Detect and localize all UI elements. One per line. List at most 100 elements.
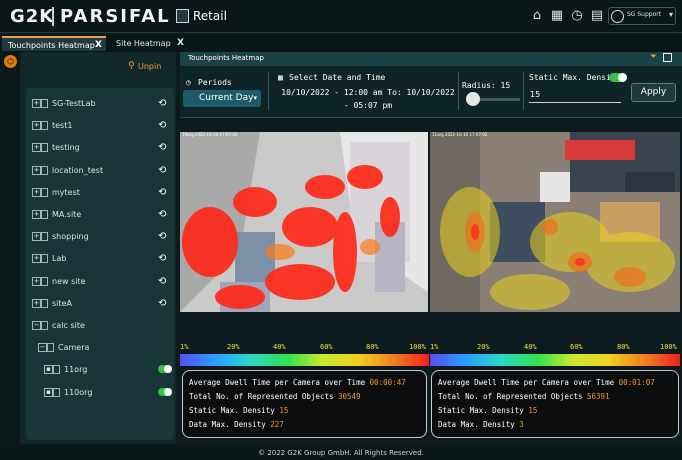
- tree-item[interactable]: − Camera: [26, 339, 174, 357]
- stat-label: Total No. of Represented Objects: [189, 392, 334, 401]
- stat-label: Average Dwell Time per Camera over Time: [189, 378, 366, 387]
- collapse-minus-icon[interactable]: −: [38, 343, 47, 353]
- expand-plus-icon[interactable]: +: [32, 210, 41, 219]
- tree-item[interactable]: − calc site: [26, 317, 174, 335]
- document-icon[interactable]: ▤: [590, 8, 604, 24]
- tree-item[interactable]: + location_test ⟲: [26, 162, 174, 180]
- tree-item[interactable]: + testing ⟲: [26, 139, 174, 157]
- expand-plus-icon[interactable]: +: [32, 121, 41, 131]
- divider: [268, 72, 269, 110]
- stat-row: Average Dwell Time per Camera over Time …: [438, 378, 655, 387]
- scale-tick-label: 40%: [524, 343, 537, 351]
- calendar-icon: ▦: [278, 73, 283, 82]
- tree-item-label: testing: [52, 143, 80, 153]
- camera-icon[interactable]: ▪: [44, 365, 53, 375]
- tree-item[interactable]: + MA.site ⟲: [26, 206, 174, 224]
- density-label: Static Max. Density: [529, 73, 621, 82]
- tree-item[interactable]: + SG-TestLab ⟲: [26, 95, 174, 113]
- expand-icon[interactable]: [663, 53, 672, 62]
- sync-icon[interactable]: ⟲: [158, 206, 166, 224]
- tree-item[interactable]: + shopping ⟲: [26, 228, 174, 246]
- scale-tick-label: 60%: [570, 343, 583, 351]
- tree-item-label: Camera: [58, 343, 90, 353]
- sync-icon[interactable]: ⟲: [158, 162, 166, 180]
- building-icon: [41, 143, 48, 153]
- tree-item[interactable]: + new site ⟲: [26, 273, 174, 291]
- expand-plus-icon[interactable]: +: [32, 298, 41, 308]
- building-icon: [41, 121, 48, 131]
- stat-row: Static Max. Density 15: [189, 406, 288, 415]
- building-icon: [41, 298, 48, 308]
- sync-icon[interactable]: ⟲: [158, 95, 166, 113]
- expand-plus-icon[interactable]: +: [32, 99, 41, 108]
- tab-label: Site Heatmap: [116, 39, 171, 48]
- apply-button[interactable]: Apply: [631, 83, 676, 102]
- density-toggle[interactable]: [609, 73, 627, 82]
- period-dropdown[interactable]: Current Day ▾: [183, 90, 261, 107]
- stat-row: Static Max. Density 15: [438, 406, 537, 415]
- sync-icon[interactable]: ⟲: [158, 295, 166, 313]
- camera-icon[interactable]: ▪: [44, 387, 53, 397]
- camera-toggle[interactable]: [158, 387, 172, 396]
- collapse-minus-icon[interactable]: −: [32, 321, 41, 330]
- tree-item-label: Lab: [52, 254, 67, 264]
- building-icon: [41, 232, 48, 242]
- stat-label: Static Max. Density: [438, 406, 524, 415]
- tree-item[interactable]: ▪ 11org: [26, 361, 174, 379]
- tree-item[interactable]: + mytest ⟲: [26, 184, 174, 202]
- user-menu[interactable]: SG Support ▾: [608, 7, 676, 25]
- sync-icon[interactable]: ⟲: [158, 250, 166, 268]
- sync-icon[interactable]: ⟲: [158, 139, 166, 157]
- home-icon[interactable]: ⌂: [530, 8, 544, 24]
- store-heatmap-image: [430, 132, 680, 312]
- pin-icon[interactable]: ⚲: [128, 61, 135, 71]
- footer-copyright: © 2022 G2K Group GmbH. All Rights Reserv…: [0, 446, 682, 460]
- date-range-field[interactable]: 10/10/2022 - 12:00 am To: 10/10/2022 - 0…: [279, 86, 457, 112]
- user-name: SG Support: [627, 11, 662, 18]
- expand-plus-icon[interactable]: +: [32, 143, 41, 153]
- sync-icon[interactable]: ⟲: [158, 273, 166, 291]
- expand-plus-icon[interactable]: +: [32, 165, 41, 175]
- close-icon[interactable]: X: [95, 38, 102, 53]
- building-icon: [47, 343, 54, 353]
- expand-plus-icon[interactable]: +: [32, 254, 41, 264]
- expand-plus-icon[interactable]: +: [32, 276, 41, 286]
- density-input[interactable]: 15: [529, 87, 621, 103]
- chevron-down-icon: ▾: [669, 10, 674, 19]
- sync-icon[interactable]: ⟲: [158, 228, 166, 246]
- stat-label: Average Dwell Time per Camera over Time: [438, 378, 615, 387]
- settings-clock-icon[interactable]: ◷: [570, 8, 584, 24]
- stat-label: Data Max. Density: [438, 420, 515, 429]
- radius-slider-thumb[interactable]: [466, 92, 480, 106]
- stat-row: Total No. of Represented Objects 30549: [189, 392, 361, 401]
- panel-title: Touchpoints Heatmap: [188, 54, 264, 62]
- grid-icon[interactable]: ▦: [550, 8, 564, 24]
- expand-plus-icon[interactable]: +: [32, 187, 41, 197]
- building-icon: [41, 99, 48, 108]
- tree-item[interactable]: + test1 ⟲: [26, 117, 174, 135]
- tab-site-heatmap[interactable]: Site Heatmap X: [110, 36, 188, 51]
- video-icon: [53, 387, 60, 397]
- tab-touchpoints-heatmap[interactable]: Touchpoints Heatmap X: [2, 36, 106, 51]
- tree-toggle-icon[interactable]: ⌬: [4, 55, 17, 68]
- sync-icon[interactable]: ⟲: [158, 184, 166, 202]
- brand-logo-g2k: G2K: [10, 6, 55, 27]
- filter-icon[interactable]: ⏷: [650, 52, 657, 62]
- sync-icon[interactable]: ⟲: [158, 117, 166, 135]
- stat-value: 30549: [338, 392, 361, 401]
- camera-toggle[interactable]: [158, 365, 172, 374]
- site-tree: + SG-TestLab ⟲ + test1 ⟲ + testing ⟲ + location_te…: [26, 88, 174, 440]
- building-icon: [41, 165, 48, 175]
- tab-label: Touchpoints Heatmap: [8, 41, 95, 50]
- user-icon: [611, 10, 624, 23]
- tree-item[interactable]: + Lab ⟲: [26, 250, 174, 268]
- stat-row: Total No. of Represented Objects 56391: [438, 392, 610, 401]
- tree-item-label: SG-TestLab: [52, 99, 96, 108]
- tree-item[interactable]: ▪ 110org: [26, 384, 174, 402]
- expand-plus-icon[interactable]: +: [32, 232, 41, 242]
- unpin-button[interactable]: Unpin: [138, 62, 161, 71]
- close-icon[interactable]: X: [177, 36, 184, 51]
- stat-row: Data Max. Density 3: [438, 420, 524, 429]
- scale-tick-label: 20%: [227, 343, 240, 351]
- tree-item[interactable]: + siteA ⟲: [26, 295, 174, 313]
